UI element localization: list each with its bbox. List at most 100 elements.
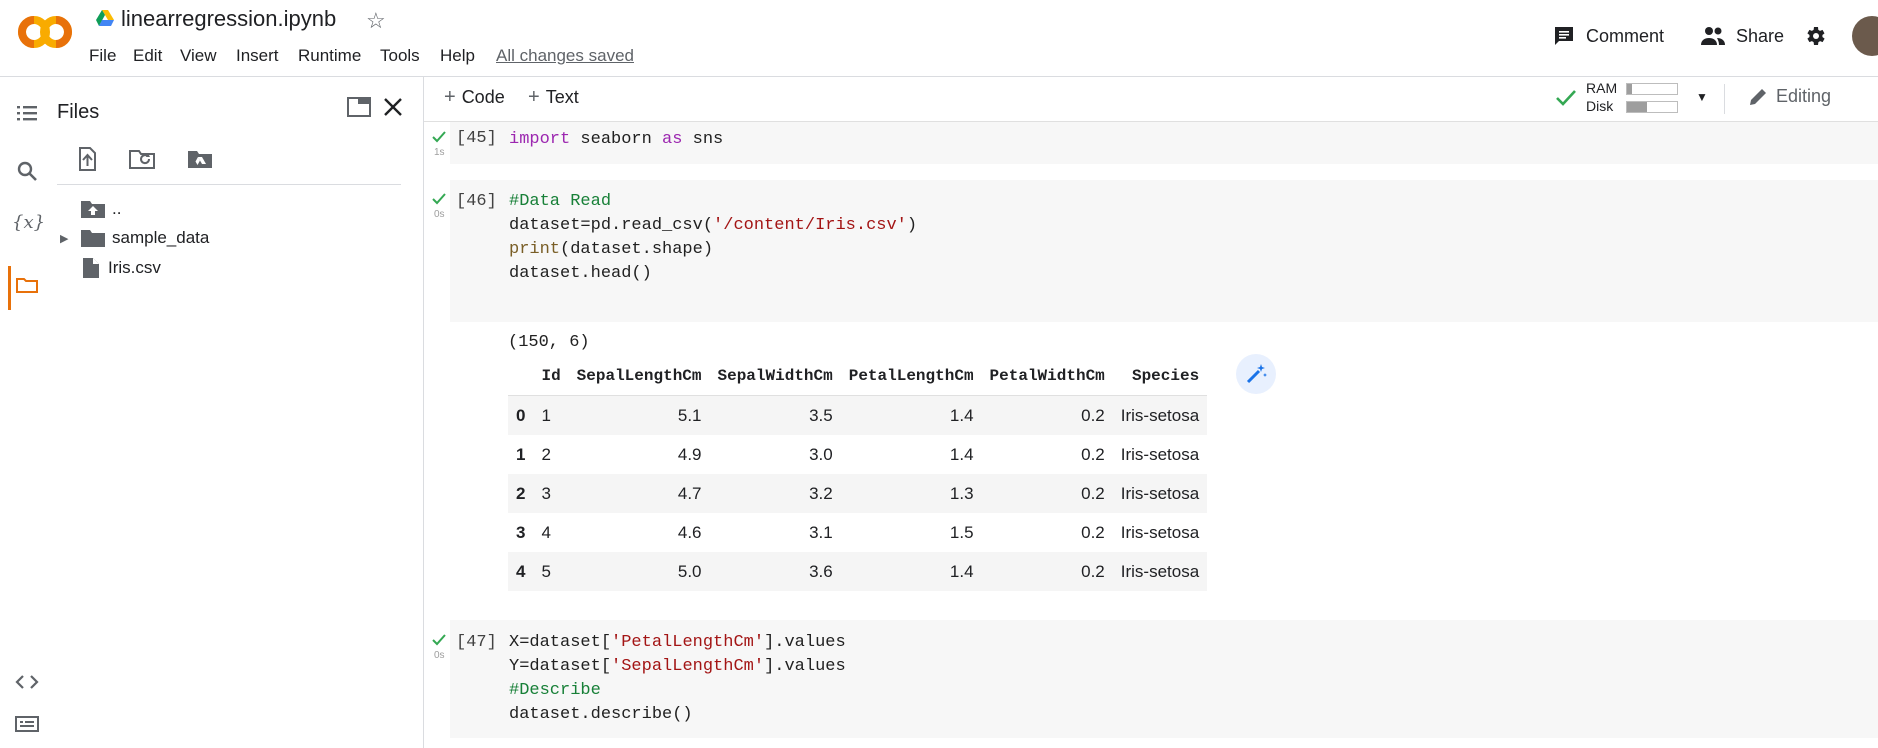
table-cell: 3.1 — [809, 522, 833, 542]
notebook-title[interactable]: linearregression.ipynb — [121, 6, 336, 32]
comment-button[interactable]: Comment — [1552, 24, 1664, 48]
table-of-contents-icon[interactable] — [14, 100, 40, 126]
code-line[interactable]: Y=dataset['SepalLengthCm'].values — [509, 655, 846, 679]
table-cell: 0.2 — [981, 395, 1113, 435]
table-cell: 2 — [541, 444, 551, 464]
table-cell: 0.2 — [981, 552, 1113, 591]
table-cell: Iris-setosa — [1112, 474, 1208, 513]
table-cell: 1.5 — [949, 522, 974, 542]
menu-tools[interactable]: Tools — [380, 46, 420, 66]
files-panel-title: Files — [57, 101, 100, 123]
tree-item-iris-csv[interactable]: Iris.csv — [82, 254, 161, 282]
expand-arrow-icon[interactable]: ▶ — [60, 232, 80, 245]
colab-logo[interactable] — [18, 14, 72, 50]
table-cell: Iris-setosa — [1120, 522, 1200, 542]
files-divider — [57, 184, 401, 185]
table-cell: 3.5 — [709, 395, 841, 435]
mount-drive-icon[interactable] — [186, 146, 214, 172]
table-cell: 1.4 — [949, 444, 974, 464]
menu-runtime[interactable]: Runtime — [298, 46, 361, 66]
ram-usage-fill — [1627, 84, 1632, 94]
menu-edit[interactable]: Edit — [133, 46, 162, 66]
code-line[interactable]: dataset=pd.read_csv('/content/Iris.csv') — [509, 214, 917, 238]
dataframe-header: Id SepalLengthCm SepalWidthCm PetalLengthCm… — [508, 357, 1208, 396]
code-line[interactable]: dataset.describe() — [509, 703, 693, 727]
column-header: Id — [533, 357, 569, 396]
menu-view[interactable]: View — [180, 46, 217, 66]
menu-help[interactable]: Help — [440, 46, 475, 66]
table-cell: 5.0 — [568, 552, 710, 591]
table-cell: 4.6 — [677, 522, 702, 542]
column-header: PetalWidthCm — [981, 357, 1113, 396]
close-icon[interactable] — [382, 96, 404, 118]
add-code-button[interactable]: + Code — [444, 86, 505, 109]
save-status[interactable]: All changes saved — [496, 46, 634, 66]
tree-item-parent[interactable]: .. — [80, 195, 121, 223]
people-icon — [1701, 27, 1725, 45]
editing-mode-button[interactable]: Editing — [1748, 86, 1831, 107]
code-line[interactable]: print(dataset.shape) — [509, 238, 713, 262]
row-index: 0 — [508, 395, 534, 435]
star-icon[interactable]: ☆ — [366, 8, 386, 34]
suggest-chart-button[interactable] — [1236, 354, 1276, 394]
add-text-label: Text — [545, 87, 579, 107]
disk-usage-bar[interactable] — [1626, 101, 1678, 113]
table-cell: 5 — [533, 552, 569, 591]
tree-item-label: sample_data — [112, 228, 210, 247]
add-text-button[interactable]: + Text — [528, 86, 579, 109]
folder-icon — [81, 230, 105, 247]
search-icon[interactable] — [14, 158, 40, 184]
editing-mode-label: Editing — [1776, 86, 1832, 106]
terminal-icon[interactable] — [14, 711, 40, 737]
ram-label: RAM — [1586, 80, 1618, 96]
execution-time: 1s — [434, 147, 445, 158]
code-line[interactable]: X=dataset['PetalLengthCm'].values — [509, 631, 846, 655]
share-button[interactable]: Share — [1700, 24, 1784, 48]
table-cell: 5.1 — [568, 395, 710, 435]
table-cell: 1.3 — [840, 474, 982, 513]
upload-file-icon[interactable] — [74, 146, 100, 172]
folder-icon[interactable] — [14, 272, 40, 298]
row-index: 3 — [516, 522, 526, 542]
table-cell: 0.2 — [981, 474, 1113, 513]
row-index: 1 — [516, 444, 526, 464]
code-line[interactable]: #Describe — [509, 679, 601, 703]
table-cell: 3 — [533, 474, 569, 513]
comment-label: Comment — [1586, 25, 1665, 46]
code-snippets-icon[interactable] — [14, 669, 40, 695]
table-cell: 3.2 — [709, 474, 841, 513]
column-header: SepalWidthCm — [709, 357, 841, 396]
execution-time: 0s — [434, 209, 445, 220]
plus-icon: + — [528, 86, 540, 108]
table-cell: 4.9 — [677, 444, 702, 464]
table-cell: 3.0 — [809, 444, 833, 464]
column-header: PetalLengthCm — [840, 357, 982, 396]
files-panel — [54, 77, 424, 748]
code-line[interactable]: #Data Read — [509, 190, 611, 214]
connected-check-icon — [1556, 90, 1576, 106]
disk-label: Disk — [1586, 98, 1614, 114]
menu-file[interactable]: File — [89, 46, 116, 66]
table-cell: 1 — [533, 395, 569, 435]
settings-gear-icon[interactable] — [1803, 24, 1827, 48]
column-header: SepalLengthCm — [568, 357, 710, 396]
row-index: 4 — [508, 552, 534, 591]
execution-time: 0s — [434, 650, 445, 661]
code-line[interactable]: dataset.head() — [509, 262, 652, 286]
tree-item-sample-data[interactable]: ▶ sample_data — [60, 224, 209, 252]
pencil-icon — [1750, 88, 1766, 105]
table-cell: 0.2 — [1081, 444, 1105, 464]
folder-up-icon — [81, 201, 105, 218]
tree-item-label: .. — [112, 199, 122, 218]
variables-icon[interactable]: {x} — [12, 212, 45, 233]
refresh-folder-icon[interactable] — [128, 146, 158, 172]
output-shape: (150, 6) — [508, 333, 590, 352]
code-line[interactable]: import seaborn as sns — [509, 128, 723, 152]
run-success-icon — [432, 193, 446, 205]
ram-usage-bar[interactable] — [1626, 83, 1678, 95]
table-cell: 1.4 — [840, 552, 982, 591]
menu-insert[interactable]: Insert — [236, 46, 279, 66]
resources-dropdown-icon[interactable]: ▼ — [1696, 90, 1708, 104]
table-row: 1 2 4.9 3.0 1.4 0.2 Iris-setosa — [508, 435, 1207, 474]
open-in-tab-icon[interactable] — [346, 96, 372, 118]
